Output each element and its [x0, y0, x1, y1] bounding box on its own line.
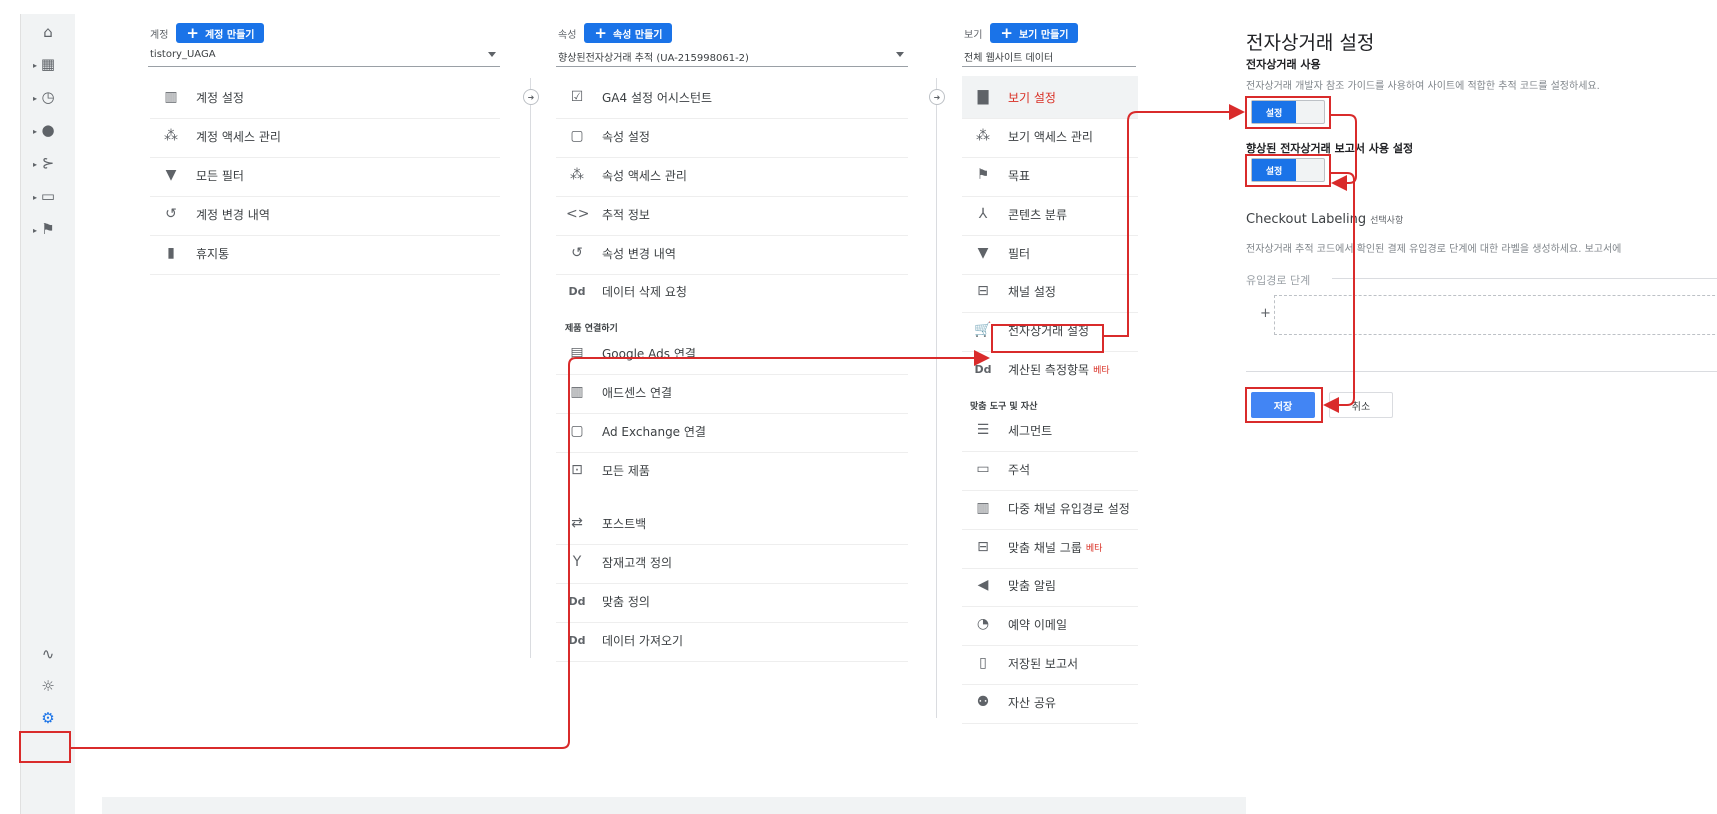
annotation-arrows: [71, 104, 1357, 749]
arrow-enhanced-to-save: [1323, 172, 1355, 413]
arrow-gear-to-ecommerce: [71, 350, 990, 749]
arrow-ecommerce-to-toggle: [1104, 104, 1245, 337]
